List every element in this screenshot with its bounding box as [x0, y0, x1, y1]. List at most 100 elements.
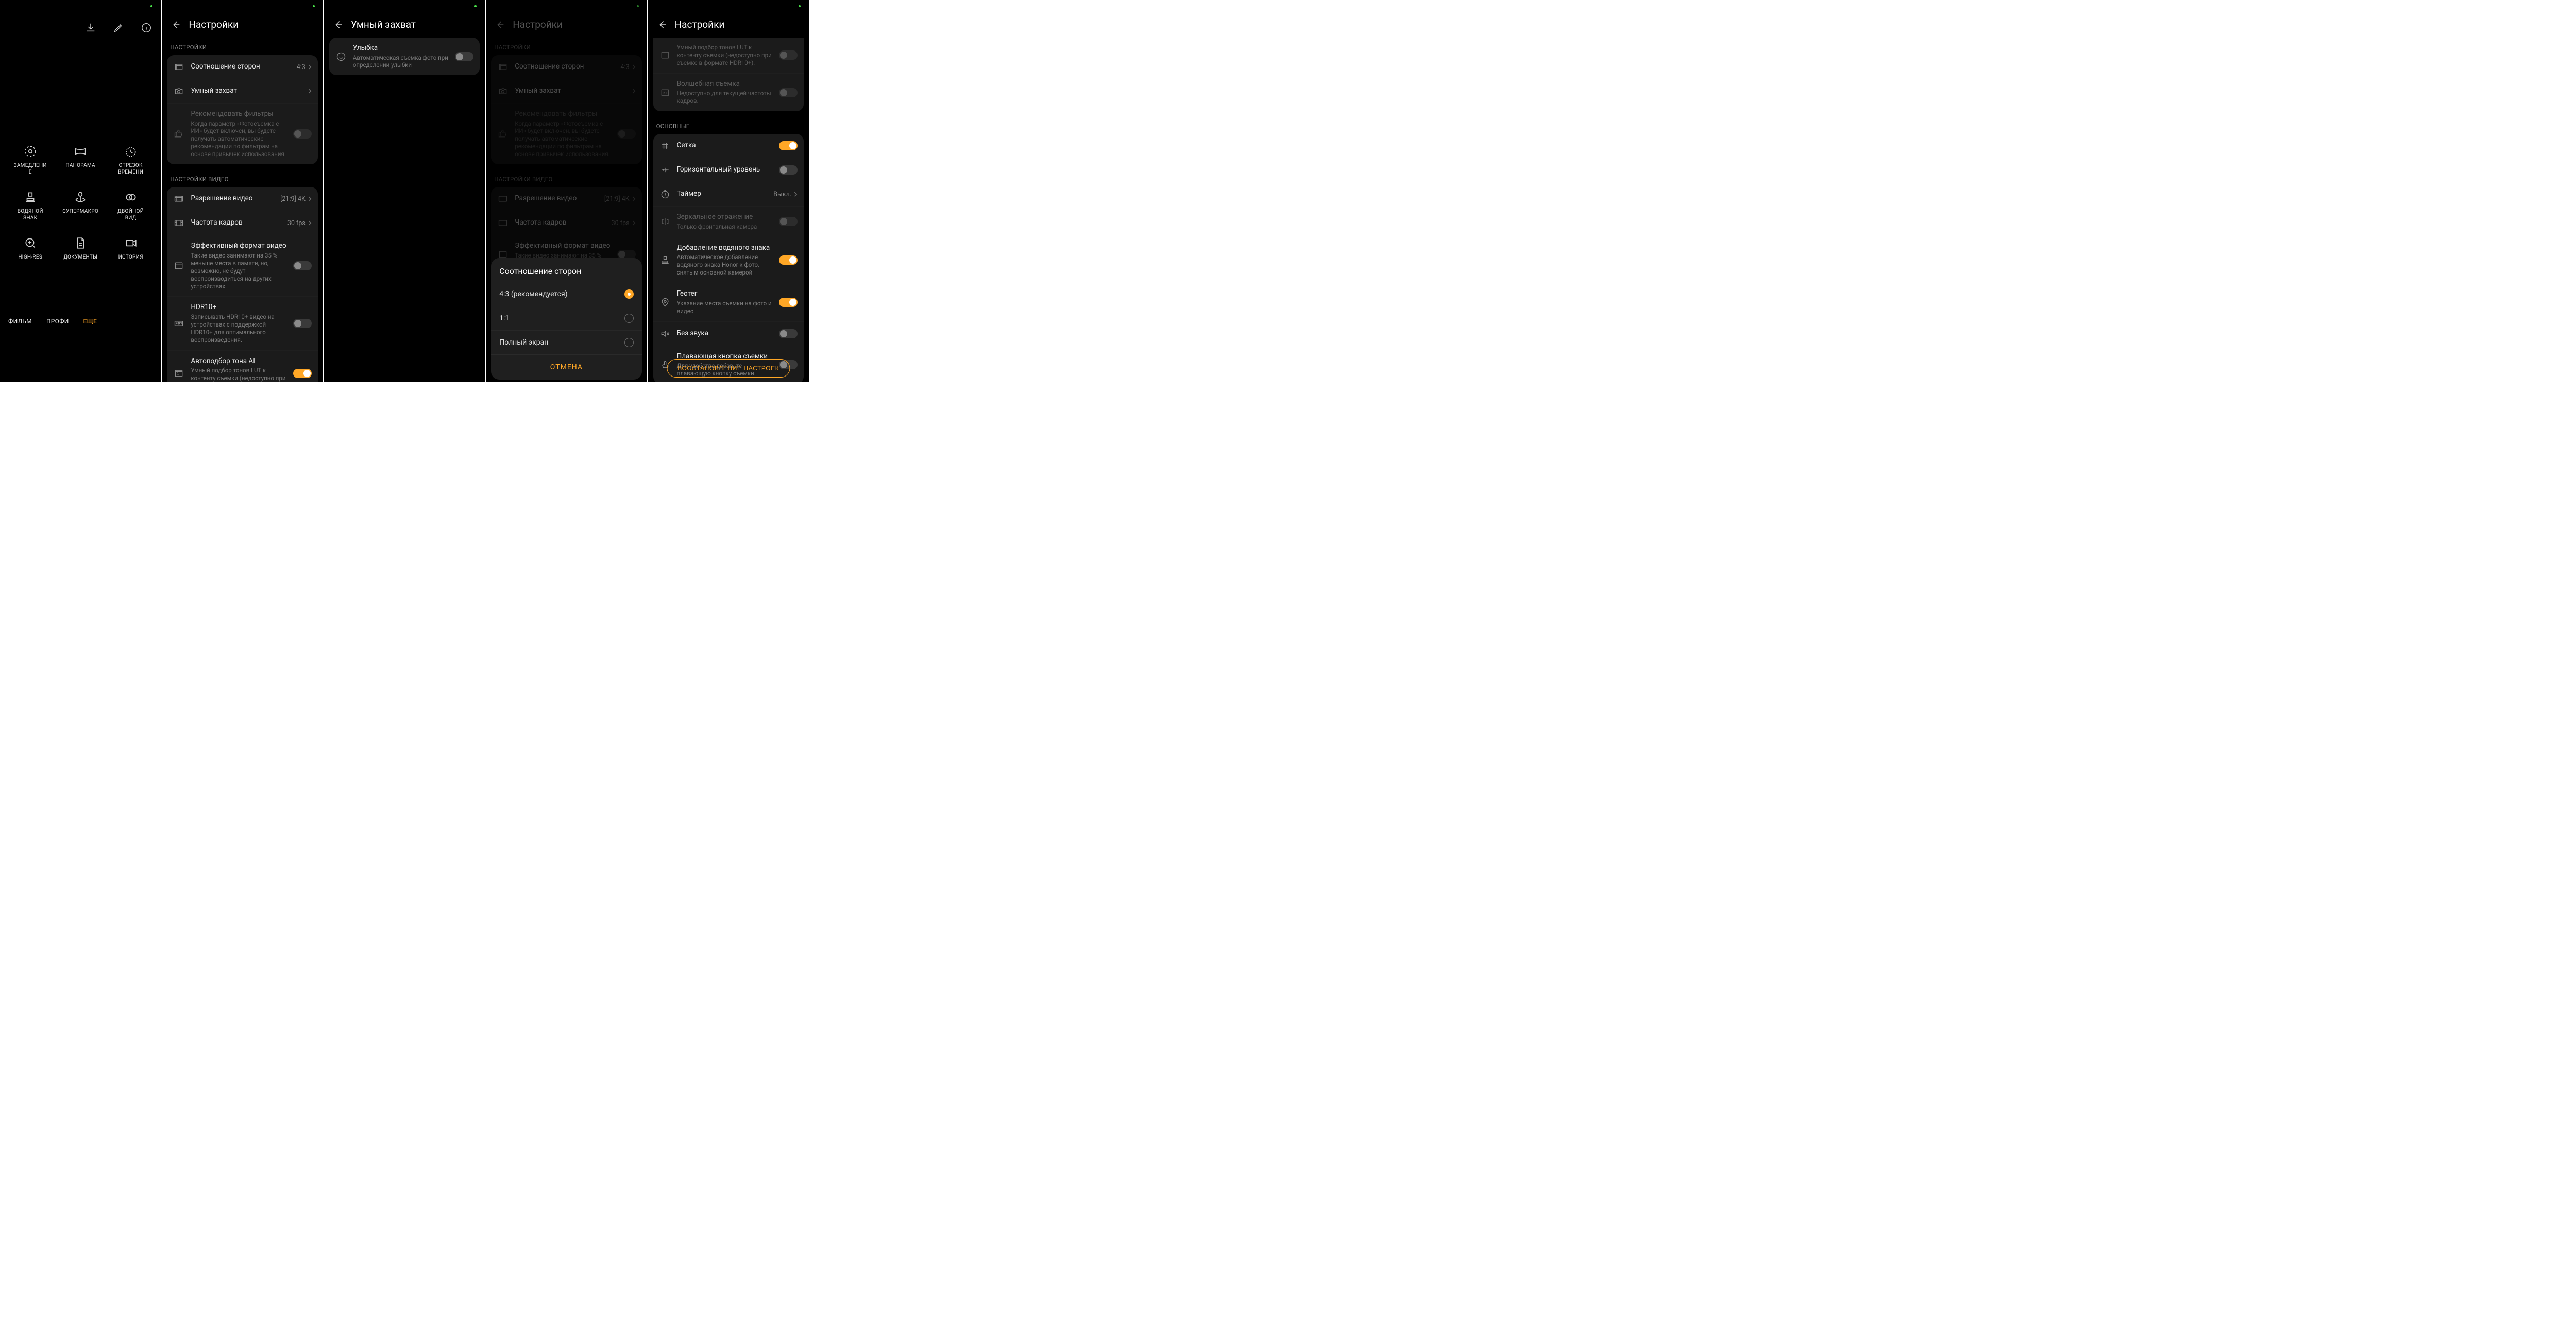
- hdr-icon: [173, 318, 184, 329]
- toggle-ai-tone[interactable]: [293, 369, 312, 378]
- row-aspect-ratio[interactable]: Соотношение сторон 4:3: [167, 55, 317, 79]
- row-sub: Когда параметр «Фотосъемка с ИИ» будет в…: [191, 120, 286, 159]
- tab-more[interactable]: ЕЩЕ: [83, 318, 97, 325]
- page-title: Настройки: [675, 19, 725, 30]
- toggle-hdr10[interactable]: [293, 319, 312, 328]
- mirror-icon: [659, 216, 671, 227]
- row-efficient-format[interactable]: Эффективный формат видеоТакие видео зани…: [167, 235, 317, 296]
- toggle-filters: [293, 129, 312, 139]
- status-bar: [162, 0, 323, 12]
- mode-slowmo[interactable]: ЗАМЕДЛЕНИЕ: [6, 144, 54, 176]
- download-icon[interactable]: [84, 22, 97, 34]
- smile-icon: [335, 51, 347, 62]
- option-1-1[interactable]: 1:1: [491, 306, 641, 330]
- toggle-grid[interactable]: [779, 141, 798, 150]
- row-grid[interactable]: Сетка: [653, 134, 804, 158]
- row-smart-capture[interactable]: Умный захват: [167, 79, 317, 103]
- status-bar: [648, 0, 809, 12]
- row-framerate[interactable]: Частота кадров 30 fps: [167, 211, 317, 235]
- mode-label: ОТРЕЗОКВРЕМЕНИ: [118, 163, 143, 176]
- slowmo-icon: [23, 144, 38, 159]
- row-hdr10[interactable]: HDR10+Записывать HDR10+ видео на устройс…: [167, 296, 317, 350]
- row-recommend-filters: Рекомендовать фильтрыКогда параметр «Фот…: [167, 103, 317, 164]
- info-icon[interactable]: [140, 22, 152, 34]
- status-indicator-dot: [150, 5, 152, 7]
- mode-supermacro[interactable]: СУПЕРМАКРО: [56, 190, 104, 221]
- back-icon[interactable]: [332, 19, 344, 30]
- camera-icon: [173, 85, 184, 97]
- mode-documents[interactable]: ДОКУМЕНТЫ: [56, 236, 104, 261]
- ai-icon: [659, 87, 671, 98]
- option-full[interactable]: Полный экран: [491, 330, 641, 354]
- option-label: Полный экран: [499, 338, 548, 347]
- row-label: Без звука: [677, 329, 773, 338]
- mode-tabs: ФИЛЬМ ПРОФИ ЕЩЕ: [0, 318, 161, 325]
- panel-settings: Настройки НАСТРОЙКИ Соотношение сторон 4…: [162, 0, 323, 382]
- section-basic: Сетка Горизонтальный уровень Таймер Выкл…: [653, 134, 804, 382]
- mode-panorama[interactable]: ПАНОРАМА: [56, 144, 104, 176]
- option-label: 4:3 (рекомендуется): [499, 290, 567, 298]
- row-label: Таймер: [677, 190, 768, 199]
- row-smile[interactable]: УлыбкаАвтоматическая съемка фото при опр…: [329, 38, 480, 75]
- timer-icon: [659, 189, 671, 200]
- grid-icon: [659, 140, 671, 151]
- toggle-geotag[interactable]: [779, 298, 798, 307]
- toggle-mute[interactable]: [779, 329, 798, 338]
- mode-label: СУПЕРМАКРО: [62, 209, 98, 215]
- mode-story[interactable]: ИСТОРИЯ: [107, 236, 155, 261]
- row-value: [21:9] 4K: [280, 195, 306, 203]
- restore-settings-button[interactable]: ВОССТАНОВЛЕНИЕ НАСТРОЕК: [667, 359, 790, 378]
- section-photo: Соотношение сторон 4:3 Умный захват Реко…: [167, 55, 317, 164]
- mode-label: ДВОЙНОЙВИД: [117, 209, 144, 221]
- status-indicator-dot: [474, 5, 477, 7]
- back-icon[interactable]: [656, 19, 668, 30]
- flower-icon: [73, 190, 88, 204]
- row-label: Улыбка: [353, 44, 449, 53]
- row-video-resolution[interactable]: Разрешение видео [21:9] 4K: [167, 187, 317, 211]
- option-4-3[interactable]: 4:3 (рекомендуется): [491, 282, 641, 306]
- mode-label: ВОДЯНОЙЗНАК: [18, 209, 43, 221]
- panel-settings-dialog: Настройки НАСТРОЙКИ Соотношение сторон 4…: [486, 0, 647, 382]
- row-ai-tone[interactable]: Автоподбор тона AIУмный подбор тонов LUT…: [167, 350, 317, 382]
- edit-icon[interactable]: [112, 22, 125, 34]
- mode-label: ДОКУМЕНТЫ: [63, 254, 97, 261]
- row-value: 4:3: [297, 63, 306, 71]
- toggle-smile[interactable]: [455, 52, 473, 61]
- mode-watermark[interactable]: ВОДЯНОЙЗНАК: [6, 190, 54, 221]
- modes-grid: ЗАМЕДЛЕНИЕ ПАНОРАМА ОТРЕЗОКВРЕМЕНИ ВОДЯН…: [0, 144, 161, 261]
- cancel-button[interactable]: ОТМЕНА: [491, 354, 641, 380]
- toggle-level[interactable]: [779, 165, 798, 175]
- aspect-ratio-dialog: Соотношение сторон 4:3 (рекомендуется) 1…: [491, 258, 641, 380]
- toggle-efficient[interactable]: [293, 261, 312, 270]
- row-label: Умный захват: [191, 87, 301, 96]
- section-title: ОСНОВНЫЕ: [648, 116, 809, 134]
- document-icon: [73, 236, 88, 250]
- tab-pro[interactable]: ПРОФИ: [46, 318, 69, 325]
- back-icon[interactable]: [170, 19, 181, 30]
- app-header: Настройки: [162, 12, 323, 38]
- row-value: Выкл.: [773, 191, 791, 198]
- row-sub: Такие видео занимают на 35 % меньше мест…: [191, 252, 286, 290]
- section-video-tail: Умный подбор тонов LUT к контенту съемки…: [653, 38, 804, 111]
- row-timer[interactable]: Таймер Выкл.: [653, 182, 804, 206]
- row-geotag[interactable]: ГеотегУказание места съемки на фото и ви…: [653, 283, 804, 321]
- row-sub: Автоматическое добавление водяного знака…: [677, 253, 773, 277]
- dialog-title: Соотношение сторон: [491, 258, 641, 282]
- toggle-watermark[interactable]: [779, 255, 798, 265]
- level-icon: [659, 164, 671, 176]
- mode-highres[interactable]: HIGH-RES: [6, 236, 54, 261]
- videocam-icon: [124, 236, 138, 250]
- status-indicator-dot: [799, 5, 801, 7]
- section-title: НАСТРОЙКИ: [162, 38, 323, 55]
- tab-film[interactable]: ФИЛЬМ: [8, 318, 32, 325]
- row-label: Рекомендовать фильтры: [191, 110, 286, 119]
- row-mute[interactable]: Без звука: [653, 321, 804, 346]
- location-icon: [659, 297, 671, 308]
- mode-dualview[interactable]: ДВОЙНОЙВИД: [107, 190, 155, 221]
- row-level[interactable]: Горизонтальный уровень: [653, 158, 804, 182]
- mode-timelapse[interactable]: ОТРЕЗОКВРЕМЕНИ: [107, 144, 155, 176]
- row-label: Геотег: [677, 289, 773, 299]
- aspect-icon: [173, 61, 184, 73]
- row-watermark[interactable]: Добавление водяного знакаАвтоматическое …: [653, 237, 804, 283]
- page-title: Умный захват: [351, 19, 416, 30]
